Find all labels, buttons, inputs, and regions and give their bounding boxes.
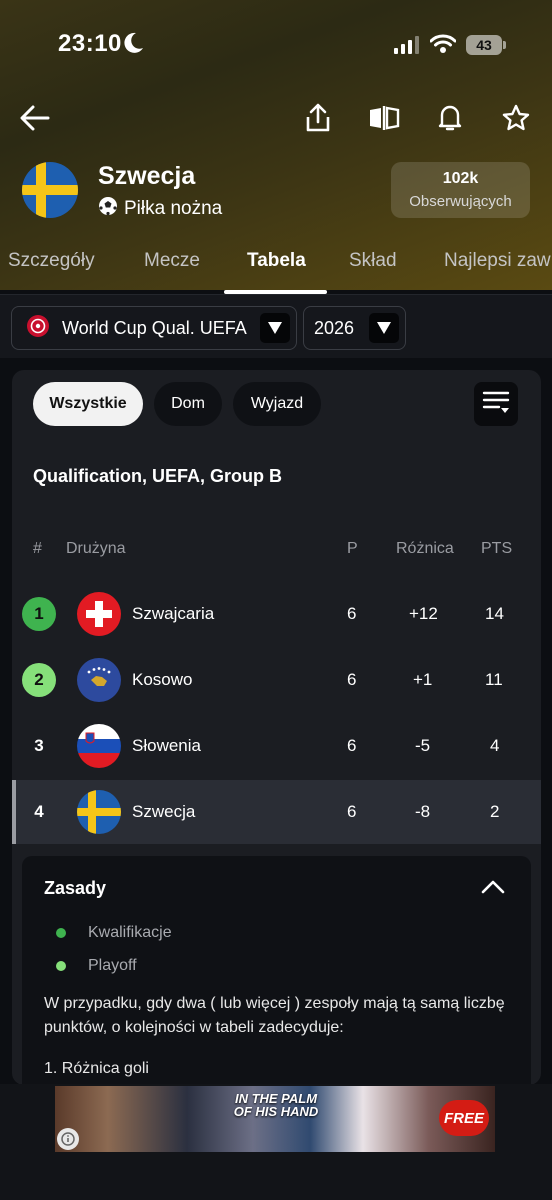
notification-bell-button[interactable] <box>430 98 470 138</box>
ad-banner[interactable]: IN THE PALM OF HIS HAND FREE <box>55 1086 495 1152</box>
legend-label: Playoff <box>88 957 137 974</box>
followers-label: Obserwujących <box>409 193 512 210</box>
team-sport: Piłka nożna <box>98 196 222 222</box>
points-cell: 4 <box>490 736 500 755</box>
goal-diff-cell: -8 <box>415 802 431 821</box>
collapse-rules-button[interactable] <box>478 876 508 902</box>
compare-button[interactable] <box>364 98 404 138</box>
rank-label: 3 <box>34 736 44 755</box>
header-team: Drużyna <box>66 540 126 557</box>
table-row[interactable]: 3 Słowenia 6 -5 4 <box>12 714 541 778</box>
tab-squad[interactable]: Skład <box>349 250 397 272</box>
back-button[interactable] <box>15 98 55 138</box>
played-cell: 6 <box>347 802 357 821</box>
table-row[interactable]: 2 Kosowo 6 +1 11 <box>12 648 541 712</box>
goal-diff-cell: +1 <box>413 670 433 689</box>
group-title: Qualification, UEFA, Group B <box>33 466 283 486</box>
played-cell: 6 <box>347 604 357 623</box>
legend-label: Kwalifikacje <box>88 924 172 941</box>
rank-badge: 1 <box>22 597 56 631</box>
rank-badge: 2 <box>22 663 56 697</box>
header-goal-diff: Różnica <box>396 540 454 557</box>
points-cell: 2 <box>490 802 500 821</box>
uefa-logo-icon <box>26 314 50 343</box>
team-sport-label: Piłka nożna <box>124 198 223 219</box>
table-options-button[interactable] <box>474 382 518 426</box>
ad-cta: FREE <box>439 1100 489 1136</box>
moon-icon <box>124 32 144 59</box>
wifi-icon <box>429 34 457 59</box>
played-cell: 6 <box>347 670 357 689</box>
soccer-ball-icon <box>98 196 118 222</box>
sweden-flag-icon <box>22 162 78 218</box>
tab-details[interactable]: Szczegóły <box>8 250 95 272</box>
chevron-down-icon <box>260 313 290 343</box>
rules-item: 1. Różnica goli <box>44 1060 149 1077</box>
played-cell: 6 <box>347 736 357 755</box>
tab-bar: Szczegóły Mecze Tabela Skład Najlepsi za… <box>0 240 552 294</box>
kosovo-flag-icon <box>77 658 121 702</box>
header-rank: # <box>33 540 42 557</box>
filter-row: World Cup Qual. UEFA 2026 <box>0 294 552 358</box>
legend-playoff: Playoff <box>56 957 137 975</box>
goal-diff-cell: -5 <box>415 736 431 755</box>
favorite-star-button[interactable] <box>496 98 536 138</box>
points-cell: 11 <box>485 670 503 689</box>
tab-top-players[interactable]: Najlepsi zaw <box>444 250 551 272</box>
filter-away-pill[interactable]: Wyjazd <box>233 382 321 426</box>
header-points: PTS <box>481 540 513 557</box>
competition-dropdown[interactable]: World Cup Qual. UEFA <box>11 306 297 350</box>
rules-description: W przypadku, gdy dwa ( lub więcej ) zesp… <box>44 995 505 1036</box>
standings-card: Wszystkie Dom Wyjazd Qualification, UEFA… <box>12 370 541 1085</box>
table-row[interactable]: 1 Szwajcaria 6 +12 14 <box>12 582 541 646</box>
status-time: 23:10 <box>58 30 122 57</box>
share-button[interactable] <box>298 98 338 138</box>
team-cell: Słowenia <box>132 736 201 755</box>
season-label: 2026 <box>314 317 355 338</box>
rules-panel: Zasady Kwalifikacje Playoff W przypadku,… <box>22 856 531 1085</box>
legend-dot <box>56 928 66 938</box>
slovenia-flag-icon <box>77 724 121 768</box>
legend-dot <box>56 961 66 971</box>
team-name: Szwecja <box>98 162 196 190</box>
header-played: P <box>347 540 358 557</box>
followers-count: 102k <box>442 170 479 187</box>
filter-home-pill[interactable]: Dom <box>154 382 222 426</box>
filter-all-pill[interactable]: Wszystkie <box>33 382 143 426</box>
tab-table[interactable]: Tabela <box>247 250 306 272</box>
team-cell: Szwajcaria <box>132 604 215 623</box>
switzerland-flag-icon <box>77 592 121 636</box>
points-cell: 14 <box>485 604 504 623</box>
chevron-up-icon <box>481 880 505 899</box>
table-row-highlighted[interactable]: 4 Szwecja 6 -8 2 <box>12 780 541 844</box>
sweden-flag-icon <box>77 790 121 834</box>
battery-tip <box>503 41 506 49</box>
tab-matches[interactable]: Mecze <box>144 250 200 272</box>
team-cell: Kosowo <box>132 670 193 689</box>
goal-diff-cell: +12 <box>409 604 438 623</box>
team-cell: Szwecja <box>132 802 196 821</box>
followers-box[interactable]: 102k Obserwujących <box>391 162 530 218</box>
list-filter-icon <box>482 389 510 420</box>
rules-title: Zasady <box>44 878 107 898</box>
legend-qualification: Kwalifikacje <box>56 924 172 942</box>
rank-label: 4 <box>34 802 44 821</box>
ad-title: IN THE PALM OF HIS HAND <box>233 1091 319 1119</box>
cellular-signal-icon <box>394 36 419 54</box>
season-dropdown[interactable]: 2026 <box>303 306 406 350</box>
battery-indicator: 43 <box>466 35 502 55</box>
ad-info-icon[interactable] <box>57 1128 79 1150</box>
status-bar: 23:10 43 <box>0 0 552 90</box>
chevron-down-icon <box>369 313 399 343</box>
competition-label: World Cup Qual. UEFA <box>62 317 247 338</box>
